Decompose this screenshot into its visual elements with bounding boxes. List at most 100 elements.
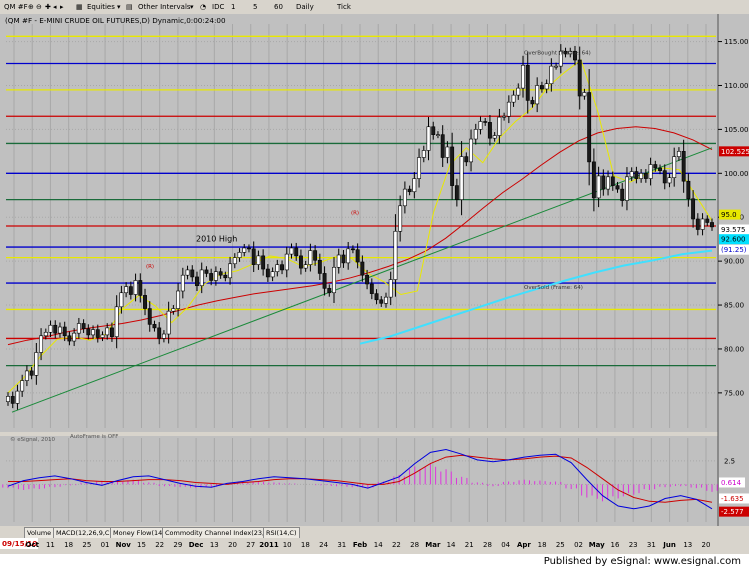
price-tick-label: 105.00 bbox=[724, 126, 749, 134]
date-tick-label: Apr bbox=[517, 541, 531, 549]
candle-body bbox=[615, 185, 620, 190]
candle-body bbox=[161, 333, 166, 339]
candle-body bbox=[492, 135, 497, 139]
price-tick-label: 75.00 bbox=[724, 389, 744, 397]
equities-dropdown[interactable]: Equities bbox=[87, 2, 115, 12]
candle-body bbox=[346, 248, 351, 264]
interval-button-5[interactable]: 5 bbox=[252, 2, 258, 12]
candle-body bbox=[327, 288, 332, 294]
candle-body bbox=[72, 332, 77, 342]
candle-body bbox=[525, 64, 530, 101]
date-tick-label: 20 bbox=[702, 541, 711, 549]
other-intervals-dropdown[interactable]: Other Intervals bbox=[138, 2, 191, 12]
macd-value-label: 0.614 bbox=[721, 479, 742, 487]
date-tick-label: 25 bbox=[82, 541, 91, 549]
interval-button-tick[interactable]: Tick bbox=[336, 2, 352, 12]
candle-body bbox=[374, 293, 379, 301]
candle-body bbox=[143, 295, 147, 309]
zoom-in-icon[interactable]: ⊕ bbox=[28, 2, 34, 12]
candle-body bbox=[58, 326, 62, 334]
date-tick-label: 2011 bbox=[259, 541, 279, 549]
candle-body bbox=[171, 308, 176, 312]
candle-body bbox=[516, 87, 521, 96]
candle-body bbox=[180, 274, 185, 292]
candle-body bbox=[322, 273, 327, 289]
clock-icon: ◔ bbox=[200, 3, 207, 11]
candle-body bbox=[317, 259, 322, 274]
candle-body bbox=[497, 116, 502, 136]
date-tick-label: 28 bbox=[483, 541, 492, 549]
date-tick-label: 28 bbox=[410, 541, 419, 549]
candle-body bbox=[166, 310, 171, 335]
candle-body bbox=[695, 218, 700, 230]
candle-body bbox=[251, 248, 256, 265]
candle-body bbox=[502, 115, 507, 118]
interval-button-60[interactable]: 60 bbox=[273, 2, 284, 12]
candle-body bbox=[436, 134, 440, 136]
equities-icon: ▦ bbox=[76, 3, 83, 11]
price-label: 93.575 bbox=[721, 226, 746, 234]
add-icon[interactable]: ✚ bbox=[45, 2, 51, 12]
candle-body bbox=[393, 230, 398, 280]
candle-body bbox=[469, 138, 473, 163]
candle-body bbox=[648, 164, 653, 179]
interval-button-idc[interactable]: IDC bbox=[211, 2, 225, 12]
symbol-field[interactable]: QM #F bbox=[4, 2, 28, 12]
back-icon[interactable]: ◂ bbox=[53, 2, 57, 12]
candle-body bbox=[15, 390, 20, 404]
candle-body bbox=[109, 327, 114, 337]
chart-annotation: OverSold (Frame: 64) bbox=[524, 285, 583, 291]
candle-body bbox=[582, 92, 587, 97]
price-label: 95.0 bbox=[721, 211, 737, 219]
chevron-down-icon[interactable]: ▾ bbox=[117, 2, 121, 12]
chevron-down-icon[interactable]: ▾ bbox=[190, 2, 194, 12]
candle-body bbox=[20, 380, 25, 392]
interval-button-1[interactable]: 1 bbox=[230, 2, 236, 12]
candle-body bbox=[24, 370, 29, 381]
candle-body bbox=[710, 222, 714, 228]
candle-body bbox=[185, 269, 190, 276]
candle-body bbox=[223, 274, 228, 279]
price-tick-label: 90.00 bbox=[724, 258, 744, 266]
candle-body bbox=[261, 255, 266, 270]
candle-body bbox=[691, 198, 696, 220]
candle-body bbox=[303, 264, 308, 269]
candle-body bbox=[332, 266, 336, 294]
candle-body bbox=[639, 173, 644, 179]
zoom-out-icon[interactable]: ⊖ bbox=[36, 2, 42, 12]
candle-body bbox=[289, 247, 294, 255]
price-tick-label: 115.00 bbox=[724, 38, 749, 46]
candle-body bbox=[365, 274, 370, 285]
chart-annotation: AutoFrame is OFF bbox=[70, 434, 118, 440]
price-label: 102.525 bbox=[721, 148, 749, 156]
candle-body bbox=[681, 151, 686, 182]
date-tick-label: 31 bbox=[647, 541, 656, 549]
candle-body bbox=[662, 170, 667, 184]
candle-body bbox=[653, 164, 658, 169]
chart-svg[interactable]: 115.00110.00105.00100.0095.0090.0085.008… bbox=[0, 14, 749, 526]
candle-body bbox=[417, 157, 422, 179]
chart-annotation: OverBought (Frame: 64) bbox=[524, 50, 591, 56]
chart-annotation: (R) bbox=[146, 264, 154, 270]
candle-body bbox=[280, 264, 284, 271]
candle-body bbox=[48, 324, 53, 333]
candle-body bbox=[119, 292, 124, 308]
candle-body bbox=[445, 146, 450, 158]
candle-body bbox=[237, 252, 242, 258]
forward-icon[interactable]: ▸ bbox=[60, 2, 64, 12]
candle-body bbox=[86, 328, 91, 336]
candle-body bbox=[62, 326, 67, 337]
date-tick-label: Mar bbox=[425, 541, 441, 549]
candle-body bbox=[672, 156, 677, 178]
candle-body bbox=[218, 271, 223, 276]
price-tick-label: 80.00 bbox=[724, 345, 744, 353]
candle-body bbox=[388, 279, 393, 298]
candle-body bbox=[421, 150, 426, 158]
interval-button-daily[interactable]: Daily bbox=[295, 2, 315, 12]
chart-area[interactable]: 115.00110.00105.00100.0095.0090.0085.008… bbox=[0, 14, 749, 526]
date-axis: 09/15/10 Oct 11 18 25 01 Nov 15 22 29 Dec 13 20 27 201… bbox=[0, 538, 749, 554]
candle-body bbox=[213, 271, 218, 281]
candle-body bbox=[521, 64, 525, 89]
candle-body bbox=[270, 271, 275, 278]
candle-body bbox=[450, 146, 455, 186]
